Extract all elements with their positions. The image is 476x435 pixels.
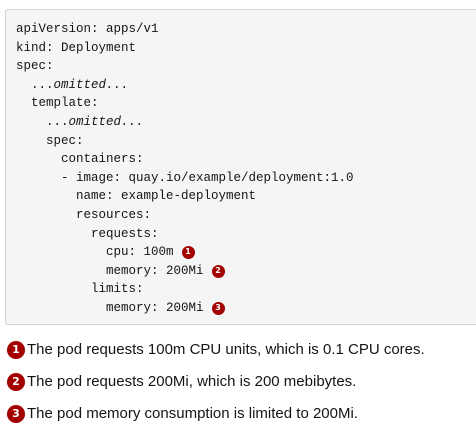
code-line-11: resources: xyxy=(16,206,354,225)
callout-description: The pod requests 100m CPU units, which i… xyxy=(27,341,425,358)
code-text: resources: xyxy=(16,207,152,222)
callout-badge-3: 3 xyxy=(211,301,225,315)
code-line-6: ... omitted... xyxy=(16,113,354,132)
code-text: memory: 200Mi xyxy=(16,300,204,315)
omitted-text: omitted... xyxy=(68,114,144,129)
code-lines: apiVersion: apps/v1 kind: Deployment spe… xyxy=(16,20,354,318)
code-line-10: name: example-deployment xyxy=(16,187,354,206)
callout-list: 1 The pod requests 100m CPU units, which… xyxy=(7,339,425,435)
callout-badge-1: 1 xyxy=(181,245,195,259)
code-text: name: example-deployment xyxy=(16,189,257,204)
code-text: limits: xyxy=(16,282,144,297)
callout-badge-2: 2 xyxy=(211,264,225,278)
code-line-14: memory: 200Mi 2 xyxy=(16,262,354,281)
omitted-text: omitted... xyxy=(53,77,129,92)
code-text-prefix: ... xyxy=(16,77,54,92)
code-line-3: spec: xyxy=(16,57,354,76)
code-text: template: xyxy=(16,96,99,111)
code-line-1: apiVersion: apps/v1 xyxy=(16,20,354,39)
code-line-2: kind: Deployment xyxy=(16,39,354,58)
callout-description: The pod memory consumption is limited to… xyxy=(27,405,358,422)
code-text: spec: xyxy=(16,133,84,148)
code-text: memory: 200Mi xyxy=(16,263,204,278)
code-text: containers: xyxy=(16,152,144,167)
code-text: kind: Deployment xyxy=(16,40,137,55)
callout-item: 1 The pod requests 100m CPU units, which… xyxy=(7,339,425,360)
code-text: apiVersion: apps/v1 xyxy=(16,22,159,36)
callout-number-3: 3 xyxy=(7,404,25,423)
code-line-12: requests: xyxy=(16,225,354,244)
callout-number-1: 1 xyxy=(7,340,25,359)
code-line-13: cpu: 100m 1 xyxy=(16,243,354,262)
code-block: apiVersion: apps/v1 kind: Deployment spe… xyxy=(5,9,476,325)
callout-number-2: 2 xyxy=(7,372,25,391)
code-text: - image: quay.io/example/deployment:1.0 xyxy=(16,170,354,185)
code-text-prefix: ... xyxy=(16,114,69,129)
code-line-5: template: xyxy=(16,94,354,113)
code-line-4: ... omitted... xyxy=(16,76,354,95)
code-line-7: spec: xyxy=(16,132,354,151)
code-line-8: containers: xyxy=(16,150,354,169)
callout-item: 2 The pod requests 200Mi, which is 200 m… xyxy=(7,371,425,392)
callout-item: 3 The pod memory consumption is limited … xyxy=(7,403,425,424)
code-text: spec: xyxy=(16,59,54,74)
callout-description: The pod requests 200Mi, which is 200 meb… xyxy=(27,373,357,390)
code-line-9: - image: quay.io/example/deployment:1.0 xyxy=(16,169,354,188)
code-line-16: memory: 200Mi 3 xyxy=(16,299,354,318)
code-text: cpu: 100m xyxy=(16,245,174,260)
code-line-15: limits: xyxy=(16,280,354,299)
code-text: requests: xyxy=(16,226,159,241)
